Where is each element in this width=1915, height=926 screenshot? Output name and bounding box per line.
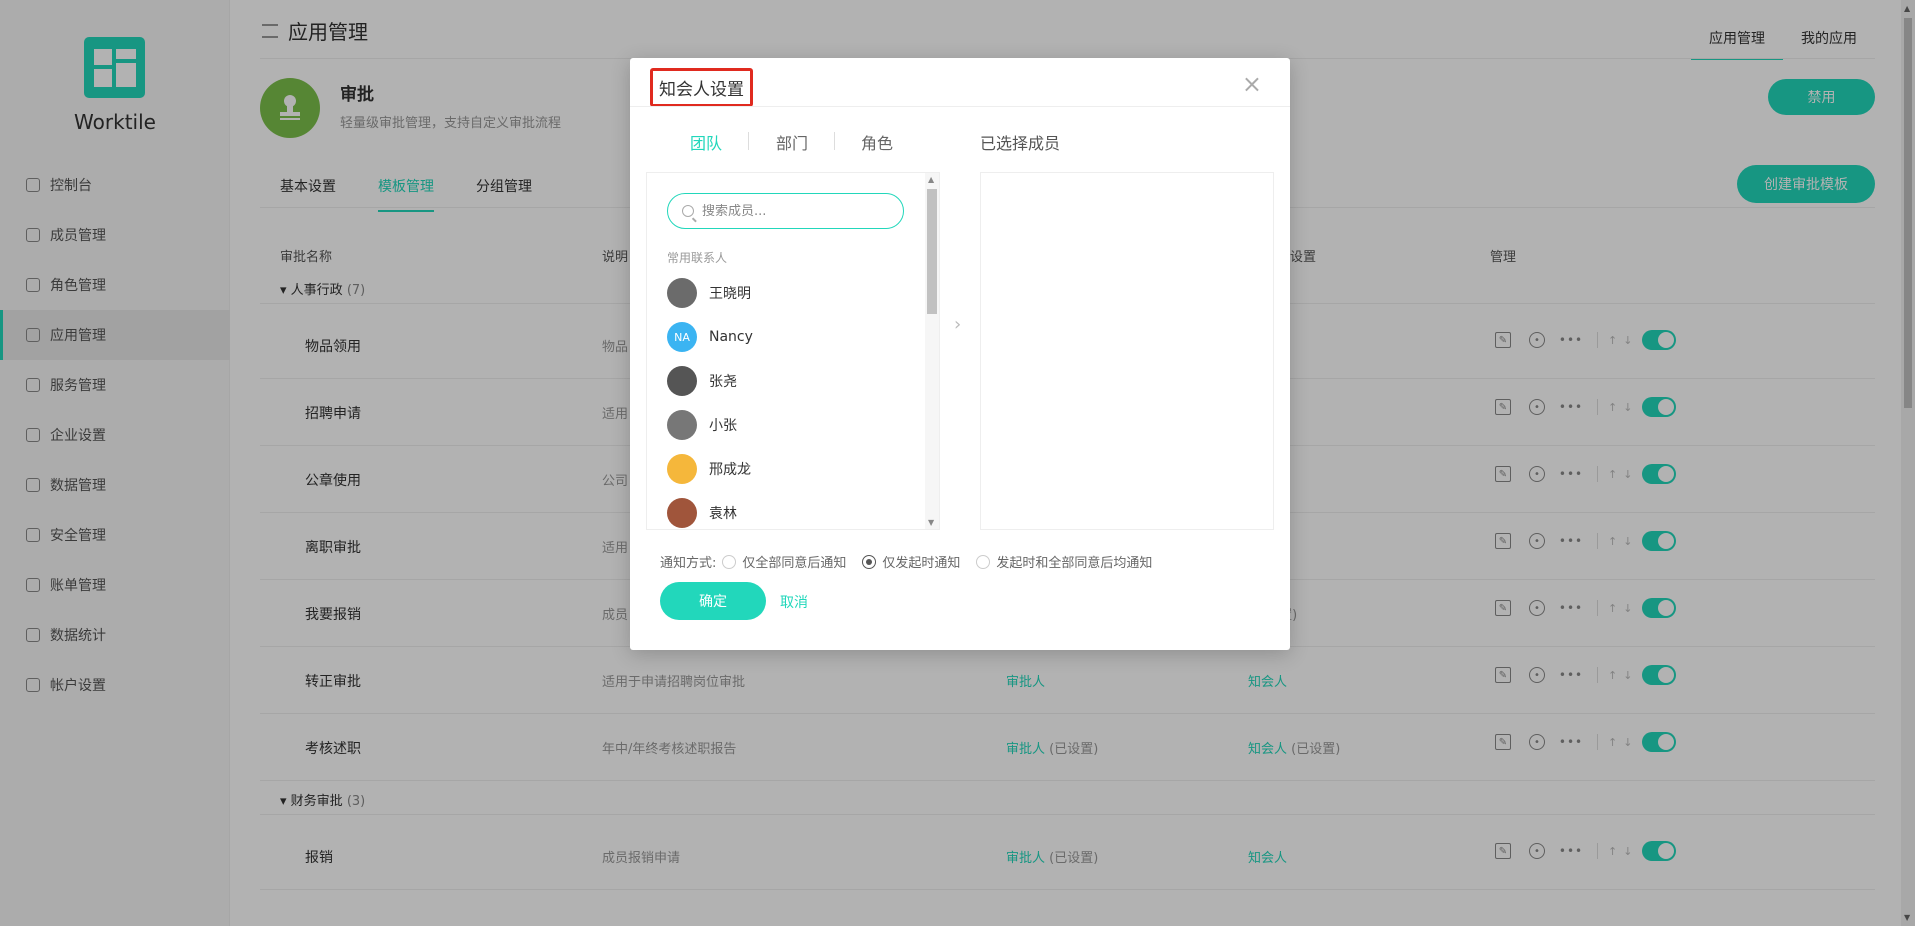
radio-notify-on-start[interactable]: 仅发起时通知 xyxy=(862,552,960,571)
avatar xyxy=(667,410,697,440)
tab-separator xyxy=(748,132,749,150)
tab-role[interactable]: 角色 xyxy=(861,130,893,154)
frequent-contacts-label: 常用联系人 xyxy=(667,251,728,265)
member-picker-panel: 常用联系人 王晓明 NA Nancy 张尧小张邢成龙袁林 ▲ ▼ xyxy=(646,172,940,530)
tab-separator xyxy=(834,132,835,150)
radio-circle[interactable] xyxy=(976,554,991,569)
radio-circle[interactable] xyxy=(862,554,877,569)
contact-item[interactable]: NA Nancy xyxy=(667,315,917,359)
contact-item[interactable]: 张尧 xyxy=(667,359,917,403)
scroll-down-icon[interactable]: ▼ xyxy=(928,518,934,527)
contact-name: 张尧 xyxy=(709,374,737,390)
member-search[interactable] xyxy=(667,193,904,229)
radio-label: 仅全部同意后通知 xyxy=(742,556,847,571)
avatar: NA xyxy=(667,322,697,352)
avatar xyxy=(667,498,697,528)
confirm-button[interactable]: 确定 xyxy=(660,582,766,620)
scroll-up-icon[interactable]: ▲ xyxy=(928,175,934,184)
contact-list: 王晓明 NA Nancy 张尧小张邢成龙袁林 xyxy=(667,271,917,535)
search-input[interactable] xyxy=(702,203,882,219)
radio-notify-both[interactable]: 发起时和全部同意后均通知 xyxy=(976,552,1152,571)
notify-method: 通知方式: 仅全部同意后通知 仅发起时通知 发起时和全部同意后均通知 xyxy=(660,552,1168,571)
radio-notify-after-all-agree[interactable]: 仅全部同意后通知 xyxy=(722,552,846,571)
contact-item[interactable]: 邢成龙 xyxy=(667,447,917,491)
notify-method-label: 通知方式: xyxy=(660,556,717,571)
contact-name: 王晓明 xyxy=(709,286,751,302)
contact-list-scrollbar[interactable]: ▲ ▼ xyxy=(925,173,939,529)
scrollbar-thumb[interactable] xyxy=(927,189,937,314)
contact-item[interactable]: 袁林 xyxy=(667,491,917,535)
cancel-button[interactable]: 取消 xyxy=(780,592,808,612)
contact-item[interactable]: 王晓明 xyxy=(667,271,917,315)
radio-circle[interactable] xyxy=(722,554,737,569)
avatar xyxy=(667,366,697,396)
tab-department[interactable]: 部门 xyxy=(776,130,808,154)
selected-members-panel xyxy=(980,172,1274,530)
chevron-right-icon[interactable]: › xyxy=(954,314,961,335)
contact-name: 小张 xyxy=(709,418,737,434)
modal-divider xyxy=(630,106,1290,107)
radio-label: 仅发起时通知 xyxy=(882,556,961,571)
selected-members-title: 已选择成员 xyxy=(980,134,1061,153)
contact-name: 邢成龙 xyxy=(709,462,751,478)
avatar xyxy=(667,278,697,308)
contact-name: Nancy xyxy=(709,329,753,345)
avatar xyxy=(667,454,697,484)
contact-name: 袁林 xyxy=(709,506,737,522)
notifier-settings-modal: 知会人设置 × 团队 部门 角色 已选择成员 常用联系人 王晓明 NA Nancy 张… xyxy=(630,58,1290,650)
contact-item[interactable]: 小张 xyxy=(667,403,917,447)
close-icon[interactable]: × xyxy=(1242,72,1262,96)
modal-title: 知会人设置 xyxy=(650,68,753,107)
search-icon xyxy=(682,205,694,217)
tab-team[interactable]: 团队 xyxy=(690,130,722,154)
radio-label: 发起时和全部同意后均通知 xyxy=(996,556,1153,571)
